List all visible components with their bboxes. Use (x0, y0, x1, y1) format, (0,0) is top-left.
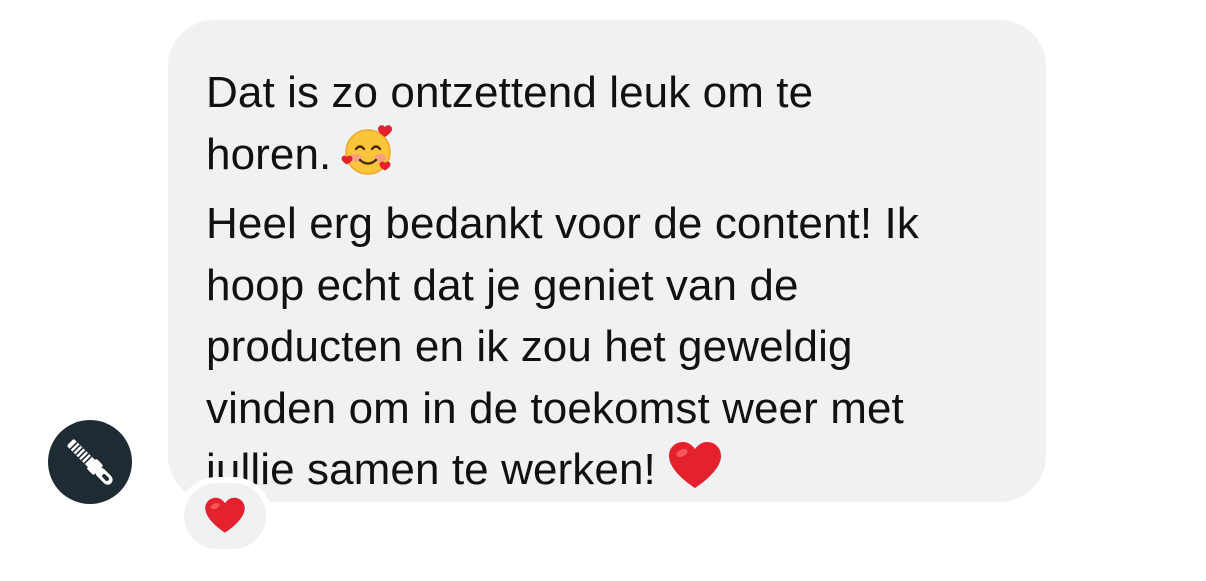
zipper-pull-icon (67, 439, 113, 485)
smiling-face-with-hearts-emoji-icon (341, 124, 397, 194)
red-heart-icon (205, 497, 245, 533)
message-line-text: jullie samen te werken! (206, 445, 656, 494)
message-thread: Dat is zo ontzettend leuk om te horen. H… (0, 0, 1206, 581)
red-heart-emoji-icon (666, 440, 724, 509)
message-line: jullie samen te werken! (206, 439, 1016, 509)
message-line-text: horen. (206, 129, 332, 179)
sender-avatar[interactable] (48, 420, 132, 504)
message-line: horen. (206, 124, 1016, 194)
reaction-badge[interactable] (178, 477, 272, 555)
message-line: producten en ik zou het geweldig (206, 322, 853, 371)
message-line: Dat is zo ontzettend leuk om te (206, 68, 814, 117)
message-line: vinden om in de toekomst weer met (206, 383, 904, 433)
message-line: hoop echt dat je geniet van de (206, 260, 799, 310)
message-line: Heel erg bedankt voor de content! Ik (206, 199, 919, 248)
message-bubble[interactable]: Dat is zo ontzettend leuk om te horen. H… (168, 20, 1046, 502)
